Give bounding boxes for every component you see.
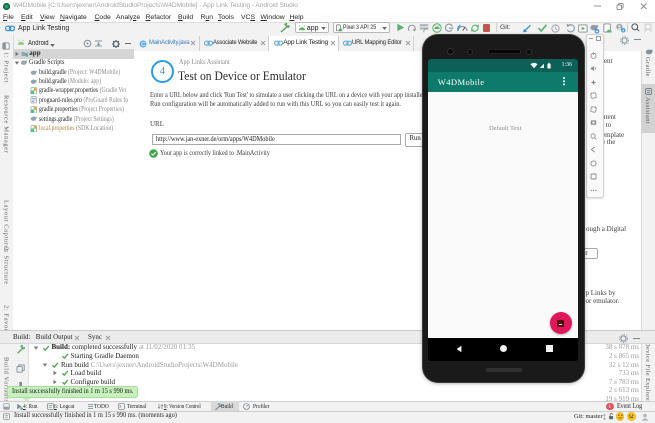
svg-text:C: C (141, 42, 145, 48)
